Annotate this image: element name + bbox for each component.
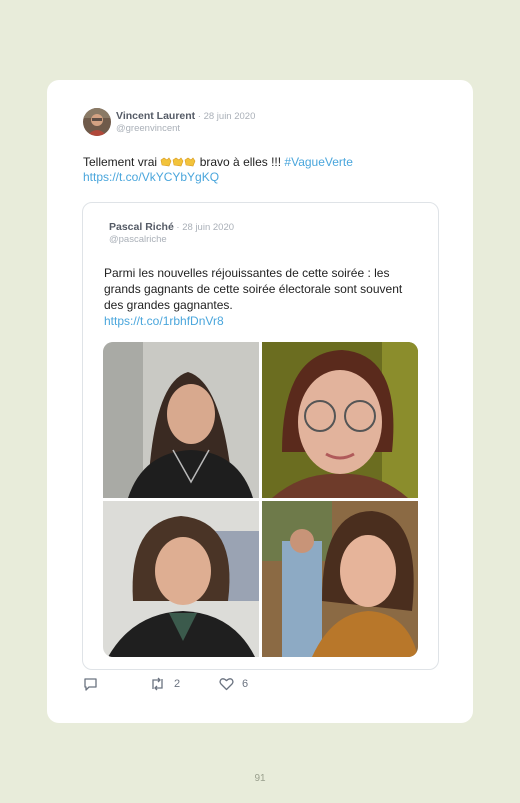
quoted-author-name[interactable]: Pascal Riché — [109, 221, 174, 233]
photo-woman-dark-hair[interactable] — [103, 342, 259, 498]
quoted-tweet[interactable]: Pascal Riché · 28 juin 2020 @pascalriche… — [82, 202, 439, 670]
quoted-author: Pascal Riché · 28 juin 2020 — [109, 221, 234, 233]
tweet-text: Tellement vrai bravo à elles !!! #VagueV… — [83, 155, 423, 185]
retweet-button[interactable]: 2 — [149, 677, 180, 691]
clapping-hands-icon — [160, 155, 196, 169]
photo-woman-glasses[interactable] — [262, 342, 418, 498]
quoted-text: Parmi les nouvelles réjouissantes de cet… — [104, 265, 424, 329]
page-number: 91 — [254, 773, 266, 784]
quoted-url-link[interactable]: https://t.co/1rbhfDnVr8 — [104, 314, 224, 328]
retweet-icon — [152, 677, 163, 691]
quoted-handle: @pascalriche — [109, 234, 167, 245]
reply-button[interactable] — [83, 677, 106, 691]
photo-grid — [103, 342, 418, 657]
author-avatar[interactable] — [83, 108, 111, 136]
reply-icon — [84, 678, 97, 691]
author-name[interactable]: Vincent Laurent — [116, 110, 195, 122]
quoted-text-body: Parmi les nouvelles réjouissantes de cet… — [104, 266, 403, 312]
tweet-author: Vincent Laurent · 28 juin 2020 — [116, 110, 255, 122]
photo-woman-outdoor[interactable] — [262, 501, 418, 657]
like-count: 6 — [242, 678, 249, 690]
tweet-card: Vincent Laurent · 28 juin 2020 @greenvin… — [47, 80, 473, 723]
hashtag-link[interactable]: #VagueVerte — [284, 155, 353, 169]
tweet-url-link[interactable]: https://t.co/VkYCYbYgKQ — [83, 170, 219, 184]
tweet-text-end: bravo à elles !!! — [196, 155, 285, 169]
heart-icon — [219, 678, 234, 691]
retweet-count: 2 — [174, 678, 181, 690]
quoted-date: · 28 juin 2020 — [173, 222, 235, 233]
tweet-date: · 28 juin 2020 — [195, 111, 256, 122]
like-button[interactable]: 6 — [219, 677, 248, 691]
author-handle: @greenvincent — [116, 123, 181, 134]
photo-woman-curly-hair[interactable] — [103, 501, 259, 657]
tweet-text-start: Tellement vrai — [83, 155, 161, 169]
tweet-actions: 2 6 — [83, 677, 383, 693]
